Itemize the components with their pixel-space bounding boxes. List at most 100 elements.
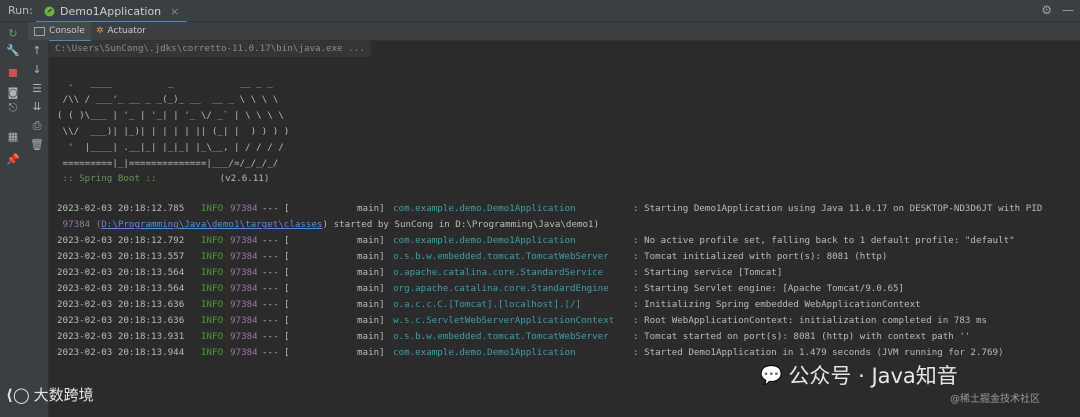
gear-icon[interactable]: ⚙ — [1041, 3, 1052, 17]
console-icon — [34, 26, 45, 36]
actuator-icon: ✲ — [96, 26, 104, 36]
camera-icon[interactable]: ◙ — [6, 85, 20, 99]
log-message: : Starting Servlet engine: [Apache Tomca… — [633, 283, 905, 294]
log-line: 2023-02-03 20:18:13.564 INFO 97384 --- [ mai… — [57, 265, 1077, 281]
tab-actuator[interactable]: ✲ Actuator — [96, 22, 146, 40]
log-logger: com.example.demo.Demo1Application — [393, 203, 576, 214]
log-thread: main] — [357, 331, 385, 342]
log-level: INFO — [201, 283, 224, 294]
banner-line: /\\ / ___'_ __ _ _(_)_ __ __ _ \ \ \ \ — [57, 94, 279, 105]
spring-boot-version: (v2.6.11) — [219, 173, 270, 184]
log-timestamp: 2023-02-03 20:18:13.636 — [57, 315, 185, 326]
run-tab-label: Demo1Application — [60, 4, 162, 18]
minimize-icon[interactable]: — — [1062, 3, 1074, 17]
close-icon[interactable]: × — [170, 5, 179, 18]
log-separator: --- [ — [262, 315, 290, 326]
rerun-icon[interactable]: ↻ — [6, 26, 20, 40]
log-message: : Starting Demo1Application using Java 1… — [633, 203, 1043, 214]
log-logger: com.example.demo.Demo1Application — [393, 235, 576, 246]
log-pid: 97384 — [230, 283, 258, 294]
log-level: INFO — [201, 347, 224, 358]
log-thread: main] — [357, 315, 385, 326]
console-tabs: Console ✲ Actuator — [26, 22, 1080, 42]
arrow-up-icon[interactable]: ↑ — [30, 43, 44, 57]
log-line: 2023-02-03 20:18:13.557 INFO 97384 --- [ mai… — [57, 249, 1077, 265]
log-timestamp: 2023-02-03 20:18:12.785 — [57, 203, 185, 214]
restore-layout-icon[interactable]: ⎋ — [6, 101, 20, 115]
log-separator: --- [ — [262, 283, 290, 294]
log-separator: --- [ — [262, 235, 290, 246]
console-side-toolbar: ↑ ↓ ☰ ⇊ ⎙ 🗑 — [26, 40, 49, 417]
log-timestamp: 2023-02-03 20:18:13.636 — [57, 299, 185, 310]
log-pid: 97384 — [230, 203, 258, 214]
log-logger: com.example.demo.Demo1Application — [393, 347, 576, 358]
log-level: INFO — [201, 235, 224, 246]
trash-icon[interactable]: 🗑 — [30, 137, 44, 151]
tab-actuator-label: Actuator — [107, 26, 146, 36]
wechat-icon: 💬 — [760, 364, 783, 386]
spring-leaf-icon — [44, 6, 55, 16]
wrench-icon[interactable]: 🔧 — [6, 43, 20, 57]
log-thread: main] — [357, 235, 385, 246]
print-icon[interactable]: ⎙ — [30, 119, 44, 133]
soft-wrap-icon[interactable]: ☰ — [30, 81, 44, 95]
watermark-corner: @稀土掘金技术社区 — [950, 394, 1040, 405]
log-line: 2023-02-03 20:18:13.564 INFO 97384 --- [mai… — [57, 281, 1077, 297]
log-wrap-pid: 97384 ( — [57, 219, 102, 230]
stop-icon[interactable] — [6, 66, 20, 80]
log-pid: 97384 — [230, 315, 258, 326]
watermark-left-text: 大数跨境 — [33, 386, 94, 404]
banner-line: ' |____| .__|_| |_|_| |_\__, | / / / / — [57, 142, 284, 153]
log-thread: main] — [357, 251, 385, 262]
command-line: C:\Users\SunCong\.jdks\corretto-11.0.17\… — [49, 41, 371, 57]
log-separator: --- [ — [262, 331, 290, 342]
log-separator: --- [ — [262, 347, 290, 358]
log-timestamp: 2023-02-03 20:18:13.564 — [57, 283, 185, 294]
log-timestamp: 2023-02-03 20:18:13.557 — [57, 251, 185, 262]
log-logger: o.a.c.c.C.[Tomcat].[localhost].[/] — [393, 299, 582, 310]
watermark-right: 💬 公众号 · Java知音 — [760, 360, 958, 390]
log-pid: 97384 — [230, 331, 258, 342]
tab-console[interactable]: Console — [28, 22, 91, 42]
log-level: INFO — [201, 251, 224, 262]
log-logger: o.s.b.w.embedded.tomcat.TomcatWebServer — [393, 251, 609, 262]
log-line: 2023-02-03 20:18:12.785 INFO 97384 --- [mai… — [57, 201, 1077, 217]
log-separator: --- [ — [262, 203, 290, 214]
log-pid: 97384 — [230, 251, 258, 262]
log-message: : Initializing Spring embedded WebApplic… — [633, 299, 921, 310]
arrow-down-icon[interactable]: ↓ — [30, 62, 44, 76]
pin-icon[interactable]: 📌 — [6, 152, 20, 166]
log-timestamp: 2023-02-03 20:18:13.931 — [57, 331, 185, 342]
log-pid: 97384 — [230, 267, 258, 278]
log-message: : Tomcat initialized with port(s): 8081 … — [633, 251, 888, 262]
log-line-wrap: 97384 (D:\Programming\Java\demo1\target\… — [57, 217, 600, 233]
log-line: 2023-02-03 20:18:13.931 INFO 97384 --- [ mai… — [57, 329, 1077, 345]
log-logger: w.s.c.ServletWebServerApplicationContext — [393, 315, 615, 326]
run-tab[interactable]: Demo1Application × — [36, 1, 188, 23]
run-toolbar: Run: Demo1Application × ⚙ — — [0, 0, 1080, 23]
scroll-to-end-icon[interactable]: ⇊ — [30, 99, 44, 113]
log-level: INFO — [201, 267, 224, 278]
run-label: Run: — [8, 4, 33, 17]
classpath-link[interactable]: D:\Programming\Java\demo1\target\classes — [101, 219, 322, 230]
log-message: : No active profile set, falling back to… — [633, 235, 1015, 246]
tab-console-label: Console — [49, 26, 85, 36]
run-left-toolbar: ↻ 🔧 ◙ ⎋ ▦ 📌 — [0, 22, 27, 417]
layout-icon[interactable]: ▦ — [6, 129, 20, 143]
log-logger: o.apache.catalina.core.StandardService — [393, 267, 604, 278]
log-separator: --- [ — [262, 267, 290, 278]
banner-line: \\/ ___)| |_)| | | | | || (_| | ) ) ) ) — [57, 126, 290, 137]
banner-line: =========|_|==============|___/=/_/_/_/ — [57, 158, 279, 169]
watermark-right-text: 公众号 · Java知音 — [788, 364, 958, 388]
log-line: 2023-02-03 20:18:13.636 INFO 97384 --- [mai… — [57, 313, 1077, 329]
log-message: : Started Demo1Application in 1.479 seco… — [633, 347, 1004, 358]
log-thread: main] — [357, 267, 385, 278]
log-timestamp: 2023-02-03 20:18:13.564 — [57, 267, 185, 278]
log-level: INFO — [201, 331, 224, 342]
log-pid: 97384 — [230, 299, 258, 310]
log-message: : Tomcat started on port(s): 8081 (http)… — [633, 331, 971, 342]
log-separator: --- [ — [262, 251, 290, 262]
spring-boot-label: :: Spring Boot :: — [57, 173, 157, 184]
watermark-left: ⟨◯ 大数跨境 — [6, 384, 94, 405]
log-timestamp: 2023-02-03 20:18:13.944 — [57, 347, 185, 358]
